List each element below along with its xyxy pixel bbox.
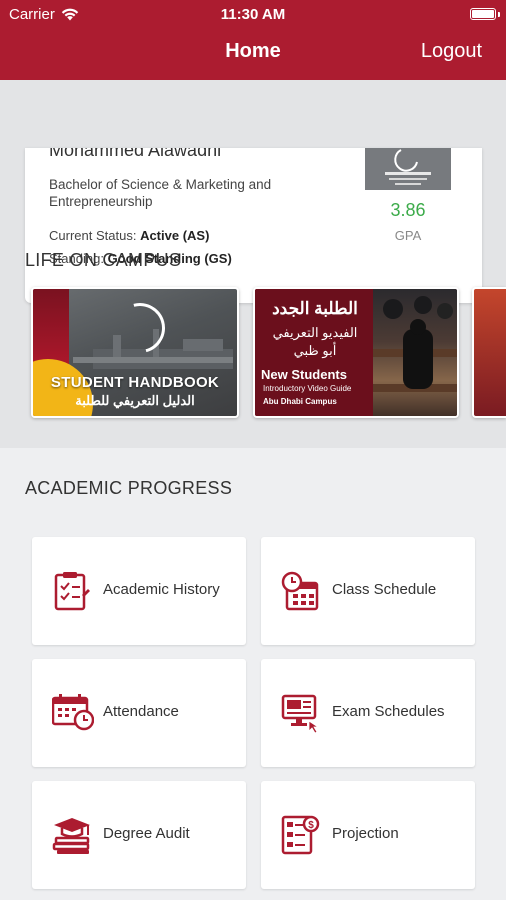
tile-attendance[interactable]: Attendance <box>32 659 246 767</box>
tile-label: Degree Audit <box>103 825 190 842</box>
battery-icon <box>470 8 496 20</box>
next-banner-peek[interactable] <box>472 287 506 418</box>
new-students-subtitle-ar-2: أبو ظبي <box>293 343 337 358</box>
new-students-title-ar: الطلبة الجدد <box>272 299 358 318</box>
student-handbook-banner[interactable]: STUDENT HANDBOOK الدليل التعريفي للطلبة <box>31 287 239 418</box>
tile-class-schedule[interactable]: Class Schedule <box>261 537 475 645</box>
gpa-label: GPA <box>394 228 422 243</box>
new-students-banner[interactable]: الطلبة الجدد الفيديو التعريفي أبو ظبي Ne… <box>253 287 459 418</box>
tile-academic-history[interactable]: Academic History <box>32 537 246 645</box>
gpa-value: 3.86 <box>390 200 426 220</box>
life-on-campus-title: LIFE ON CAMPUS <box>25 250 182 270</box>
document-list-icon: $ <box>281 815 320 855</box>
tile-degree-audit[interactable]: Degree Audit <box>32 781 246 889</box>
student-degree: Bachelor of Science & Marketing and Entr… <box>49 177 272 209</box>
calendar-stopwatch-icon <box>52 694 94 731</box>
new-students-campus: Abu Dhabi Campus <box>263 397 337 406</box>
handbook-subtitle-ar: الدليل التعريفي للطلبة <box>75 393 195 408</box>
svg-text:$: $ <box>308 820 314 831</box>
logout-button[interactable]: Logout <box>421 40 482 63</box>
status-time: 11:30 AM <box>220 6 286 23</box>
current-status-row: Current Status: Active (AS) <box>49 228 209 243</box>
tile-label: Class Schedule <box>332 581 437 598</box>
academic-progress-title: ACADEMIC PROGRESS <box>25 478 233 498</box>
tile-label: Attendance <box>103 703 179 720</box>
current-status-label: Current Status: <box>49 228 137 243</box>
current-status-value: Active (AS) <box>140 228 210 243</box>
students-photo <box>373 289 457 416</box>
handbook-title: STUDENT HANDBOOK <box>50 374 220 391</box>
tile-label: Projection <box>332 825 399 842</box>
new-students-title: New Students <box>261 367 347 382</box>
graduation-cap-books-icon <box>52 818 90 854</box>
app-header: Carrier 11:30 AM Home Logout <box>0 0 506 80</box>
student-profile-card: Mohammed Alawadhi Bachelor of Science & … <box>25 148 482 303</box>
university-logo <box>365 148 451 190</box>
battery-cap <box>498 12 500 17</box>
clipboard-checklist-icon <box>54 572 90 611</box>
new-students-subtitle: Introductory Video Guide <box>263 384 352 393</box>
monitor-chart-icon <box>281 694 320 733</box>
tile-projection[interactable]: $ Projection <box>261 781 475 889</box>
status-bar: Carrier 11:30 AM <box>0 4 506 24</box>
tile-label: Exam Schedules <box>332 703 445 720</box>
new-students-subtitle-ar-1: الفيديو التعريفي <box>272 325 358 340</box>
student-name: Mohammed Alawadhi <box>49 148 222 160</box>
calendar-clock-icon <box>281 571 319 611</box>
tile-exam-schedules[interactable]: Exam Schedules <box>261 659 475 767</box>
tile-label: Academic History <box>103 581 220 598</box>
